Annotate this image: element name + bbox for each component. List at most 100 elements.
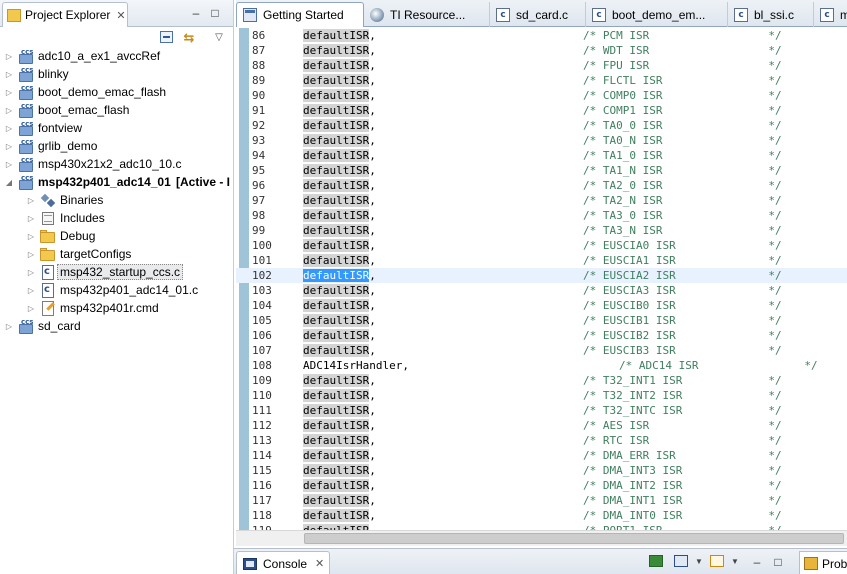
collapsed-arrow-icon[interactable]: ▷	[4, 70, 14, 79]
code-comment: /* DMA_INT1 ISR */	[583, 494, 782, 507]
code-line[interactable]: 86 defaultISR, /* PCM ISR */	[236, 28, 847, 43]
code-line[interactable]: 92 defaultISR, /* TA0_0 ISR */	[236, 118, 847, 133]
code-comment: /* EUSCIA1 ISR */	[583, 254, 782, 267]
project-explorer-tab[interactable]: Project Explorer ✕	[2, 2, 128, 27]
chevron-down-icon[interactable]: ▼	[691, 555, 707, 569]
close-icon[interactable]: ✕	[315, 557, 324, 570]
scrollbar-thumb[interactable]	[304, 533, 844, 544]
editor-tab[interactable]: Getting Started	[236, 2, 364, 27]
code-line[interactable]: 95 defaultISR, /* TA1_N ISR */	[236, 163, 847, 178]
chevron-down-icon[interactable]: ▼	[727, 555, 743, 569]
tree-project-item[interactable]: ▷ ccs blinky	[0, 65, 233, 83]
tree-child-item[interactable]: ▷ msp432p401r.cmd	[0, 299, 233, 317]
display-selected-console-icon[interactable]	[674, 555, 688, 567]
console-tab[interactable]: Console ✕	[236, 551, 330, 574]
code-line[interactable]: 96 defaultISR, /* TA2_0 ISR */	[236, 178, 847, 193]
horizontal-scrollbar[interactable]	[236, 530, 847, 546]
editor-tab[interactable]: c bl_ssi.c	[728, 2, 814, 27]
code-line[interactable]: 105 defaultISR, /* EUSCIB1 ISR */	[236, 313, 847, 328]
tree-child-item[interactable]: ▷ c msp432p401_adc14_01.c	[0, 281, 233, 299]
collapsed-arrow-icon[interactable]: ▷	[4, 52, 14, 61]
code-line[interactable]: 88 defaultISR, /* FPU ISR */	[236, 58, 847, 73]
code-line[interactable]: 117 defaultISR, /* DMA_INT1 ISR */	[236, 493, 847, 508]
code-line[interactable]: 119 defaultISR, /* PORT1 ISR */	[236, 523, 847, 530]
tree-project-item[interactable]: ▷ ccs grlib_demo	[0, 137, 233, 155]
code-line[interactable]: 93 defaultISR, /* TA0_N ISR */	[236, 133, 847, 148]
code-line[interactable]: 118 defaultISR, /* DMA_INT0 ISR */	[236, 508, 847, 523]
collapsed-arrow-icon[interactable]: ▷	[26, 196, 36, 205]
tree-project-item[interactable]: ▷ ccs msp430x21x2_adc10_10.c	[0, 155, 233, 173]
editor-tab[interactable]: c sd_card.c	[490, 2, 586, 27]
collapsed-arrow-icon[interactable]: ▷	[4, 160, 14, 169]
maximize-button[interactable]: □	[770, 555, 786, 569]
code-line[interactable]: 102 defaultISR, /* EUSCIA2 ISR */	[236, 268, 847, 283]
code-line[interactable]: 111 defaultISR, /* T32_INTC ISR */	[236, 403, 847, 418]
minimize-button[interactable]: –	[749, 555, 765, 569]
tree-project-item[interactable]: ▷ ccs boot_emac_flash	[0, 101, 233, 119]
code-line[interactable]: 87 defaultISR, /* WDT ISR */	[236, 43, 847, 58]
tree-project-item[interactable]: ◢ ccs msp432p401_adc14_01 [Active - I	[0, 173, 233, 191]
collapsed-arrow-icon[interactable]: ▷	[26, 286, 36, 295]
collapsed-arrow-icon[interactable]: ▷	[26, 304, 36, 313]
editor-tab[interactable]: c boot_demo_em...	[586, 2, 728, 27]
code-line[interactable]: 97 defaultISR, /* TA2_N ISR */	[236, 193, 847, 208]
code-line[interactable]: 99 defaultISR, /* TA3_N ISR */	[236, 223, 847, 238]
code-line[interactable]: 100 defaultISR, /* EUSCIA0 ISR */	[236, 238, 847, 253]
maximize-button[interactable]: □	[208, 6, 222, 20]
code-line[interactable]: 110 defaultISR, /* T32_INT2 ISR */	[236, 388, 847, 403]
console-tab-label: Console	[263, 556, 308, 571]
code-comment: /* AES ISR */	[583, 419, 782, 432]
code-line[interactable]: 114 defaultISR, /* DMA_ERR ISR */	[236, 448, 847, 463]
code-line[interactable]: 106 defaultISR, /* EUSCIB2 ISR */	[236, 328, 847, 343]
code-line[interactable]: 115 defaultISR, /* DMA_INT3 ISR */	[236, 463, 847, 478]
tree-project-item[interactable]: ▷ ccs fontview	[0, 119, 233, 137]
code-line[interactable]: 90 defaultISR, /* COMP0 ISR */	[236, 88, 847, 103]
collapsed-arrow-icon[interactable]: ▷	[26, 214, 36, 223]
expanded-arrow-icon[interactable]: ◢	[4, 178, 14, 187]
pin-console-icon[interactable]	[649, 555, 663, 567]
code-line[interactable]: 113 defaultISR, /* RTC ISR */	[236, 433, 847, 448]
collapse-all-icon[interactable]	[160, 31, 173, 43]
link-with-editor-icon[interactable]: ⇆	[181, 30, 197, 45]
tree-child-item[interactable]: ▷ targetConfigs	[0, 245, 233, 263]
code-area[interactable]: 86 defaultISR, /* PCM ISR */ 87 defaultISR, /…	[236, 28, 847, 530]
collapsed-arrow-icon[interactable]: ▷	[26, 250, 36, 259]
tree-project-item[interactable]: ▷ ccs boot_demo_emac_flash	[0, 83, 233, 101]
editor-tab[interactable]: cm	[814, 2, 847, 27]
code-line[interactable]: 104 defaultISR, /* EUSCIB0 ISR */	[236, 298, 847, 313]
code-line[interactable]: 101 defaultISR, /* EUSCIA1 ISR */	[236, 253, 847, 268]
collapsed-arrow-icon[interactable]: ▷	[4, 88, 14, 97]
tree-child-item[interactable]: ▷ c msp432_startup_ccs.c	[0, 263, 233, 281]
tree-child-item[interactable]: ▷ Includes	[0, 209, 233, 227]
tree-child-item[interactable]: ▷ Binaries	[0, 191, 233, 209]
collapsed-arrow-icon[interactable]: ▷	[26, 268, 36, 277]
collapsed-arrow-icon[interactable]: ▷	[4, 124, 14, 133]
editor-tab[interactable]: TI Resource...	[364, 2, 490, 27]
close-icon[interactable]: ✕	[116, 9, 125, 22]
code-line[interactable]: 116 defaultISR, /* DMA_INT2 ISR */	[236, 478, 847, 493]
code-line[interactable]: 109 defaultISR, /* T32_INT1 ISR */	[236, 373, 847, 388]
collapsed-arrow-icon[interactable]: ▷	[4, 322, 14, 331]
code-line[interactable]: 94 defaultISR, /* TA1_0 ISR */	[236, 148, 847, 163]
view-menu-chevron-down-icon[interactable]: ▽	[211, 30, 227, 45]
tree-project-item[interactable]: ▷ ccs sd_card	[0, 317, 233, 335]
code-line[interactable]: 108 ADC14IsrHandler, /* ADC14 ISR */	[236, 358, 847, 373]
problems-tab[interactable]: Prob	[799, 551, 847, 574]
code-line[interactable]: 98 defaultISR, /* TA3_0 ISR */	[236, 208, 847, 223]
tree-project-item[interactable]: ▷ ccs adc10_a_ex1_avccRef	[0, 47, 233, 65]
code-line[interactable]: 89 defaultISR, /* FLCTL ISR */	[236, 73, 847, 88]
open-console-icon[interactable]	[710, 555, 724, 567]
collapsed-arrow-icon[interactable]: ▷	[4, 106, 14, 115]
minimize-button[interactable]: –	[189, 6, 203, 20]
occurrence-highlight: defaultISR	[303, 29, 370, 42]
code-comment: /* DMA_INT0 ISR */	[583, 509, 782, 522]
code-line[interactable]: 91 defaultISR, /* COMP1 ISR */	[236, 103, 847, 118]
c-file-icon: c	[820, 7, 834, 22]
tree-child-item[interactable]: ▷ Debug	[0, 227, 233, 245]
collapsed-arrow-icon[interactable]: ▷	[26, 232, 36, 241]
code-line[interactable]: 112 defaultISR, /* AES ISR */	[236, 418, 847, 433]
collapsed-arrow-icon[interactable]: ▷	[4, 142, 14, 151]
occurrence-highlight: defaultISR	[303, 449, 370, 462]
code-line[interactable]: 107 defaultISR, /* EUSCIB3 ISR */	[236, 343, 847, 358]
code-line[interactable]: 103 defaultISR, /* EUSCIA3 ISR */	[236, 283, 847, 298]
